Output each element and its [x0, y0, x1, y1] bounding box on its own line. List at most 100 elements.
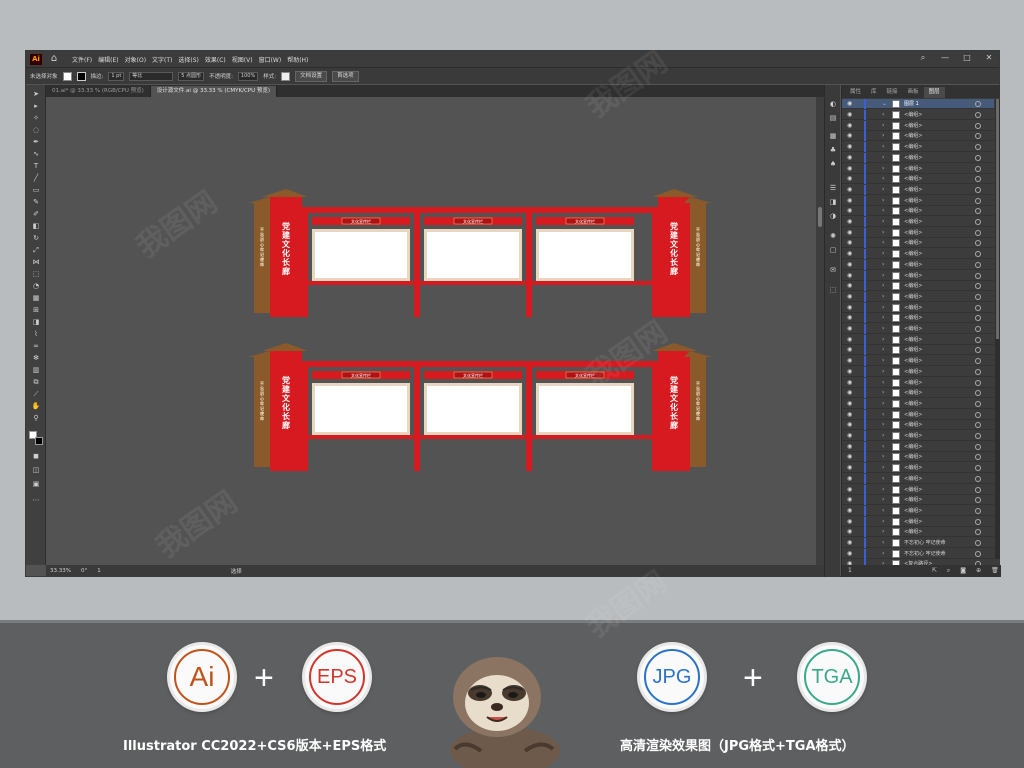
expand-chevron-icon[interactable]: › [882, 411, 884, 419]
layer-row[interactable]: ◉ › <编组> [842, 195, 994, 206]
transparency-panel-icon[interactable]: ◑ [828, 211, 838, 221]
visibility-eye-icon[interactable]: ◉ [847, 154, 852, 162]
document-setup-button[interactable]: 文档设置 [295, 70, 328, 82]
expand-chevron-icon[interactable]: › [882, 464, 884, 472]
stroke-weight-field[interactable]: 1 pt [108, 71, 125, 81]
blend-tool-icon[interactable]: ∞ [30, 341, 42, 351]
target-circle-icon[interactable] [975, 507, 981, 514]
visibility-eye-icon[interactable]: ◉ [847, 400, 852, 408]
visibility-eye-icon[interactable]: ◉ [847, 550, 852, 558]
visibility-eye-icon[interactable]: ◉ [847, 165, 852, 173]
expand-chevron-icon[interactable]: › [882, 207, 884, 215]
layer-row[interactable]: ◉ › <编组> [842, 131, 994, 142]
visibility-eye-icon[interactable]: ◉ [847, 518, 852, 526]
target-circle-icon[interactable] [975, 176, 981, 183]
layer-row[interactable]: ◉ › <编组> [842, 259, 994, 270]
visibility-eye-icon[interactable]: ◉ [847, 411, 852, 419]
target-circle-icon[interactable] [975, 144, 981, 151]
layer-row[interactable]: ◉ › <编组> [842, 313, 994, 324]
shape-builder-tool-icon[interactable]: ◔ [30, 281, 42, 291]
layer-row[interactable]: ◉ › <编组> [842, 227, 994, 238]
export-icon[interactable]: ⇱ [932, 565, 937, 577]
target-circle-icon[interactable] [975, 240, 981, 247]
visibility-eye-icon[interactable]: ◉ [847, 186, 852, 194]
type-tool-icon[interactable]: T [30, 161, 42, 171]
layers-scroll-thumb[interactable] [996, 99, 999, 339]
visibility-eye-icon[interactable]: ◉ [847, 507, 852, 515]
expand-chevron-icon[interactable]: › [882, 239, 884, 247]
target-circle-icon[interactable] [975, 186, 981, 193]
expand-chevron-icon[interactable]: › [882, 443, 884, 451]
visibility-eye-icon[interactable]: ◉ [847, 111, 852, 119]
target-circle-icon[interactable] [975, 112, 981, 118]
layer-row[interactable]: ◉ › <编组> [842, 495, 994, 506]
rotation-value[interactable]: 0° [81, 568, 87, 574]
expand-chevron-icon[interactable]: › [882, 122, 884, 130]
target-circle-icon[interactable] [975, 251, 981, 258]
target-circle-icon[interactable] [975, 336, 981, 343]
swatches-panel-icon[interactable]: ▦ [828, 131, 838, 141]
layer-row[interactable]: ◉ › <编组> [842, 398, 994, 409]
expand-chevron-icon[interactable]: › [882, 293, 884, 301]
make-mask-icon[interactable]: ◙ [960, 565, 966, 577]
expand-chevron-icon[interactable]: › [882, 111, 884, 119]
stroke-swatch[interactable] [76, 71, 86, 81]
stroke-profile-select[interactable]: 等比 [129, 71, 174, 81]
layer-row[interactable]: ◉ › <编组> [842, 441, 994, 452]
layer-row[interactable]: ◉ › <编组> [842, 270, 994, 281]
width-tool-icon[interactable]: ⋈ [30, 257, 42, 267]
layer-row[interactable]: ◉ › 不忘初心 牢记使命 [842, 548, 994, 559]
visibility-eye-icon[interactable]: ◉ [847, 197, 852, 205]
asset-export-icon[interactable]: ⬚ [828, 285, 838, 295]
appearance-panel-icon[interactable]: ✺ [828, 231, 838, 241]
visibility-eye-icon[interactable]: ◉ [847, 207, 852, 215]
visibility-eye-icon[interactable]: ◉ [847, 464, 852, 472]
layer-row[interactable]: ◉ › <编组> [842, 388, 994, 399]
magic-wand-tool-icon[interactable]: ✧ [30, 113, 42, 123]
target-circle-icon[interactable] [975, 101, 981, 107]
layer-row[interactable]: ◉ › <编组> [842, 291, 994, 302]
symbol-sprayer-tool-icon[interactable]: ✻ [30, 353, 42, 363]
visibility-eye-icon[interactable]: ◉ [847, 486, 852, 494]
visibility-eye-icon[interactable]: ◉ [847, 218, 852, 226]
layer-row[interactable]: ◉ › <编组> [842, 142, 994, 153]
expand-chevron-icon[interactable]: › [882, 229, 884, 237]
expand-chevron-icon[interactable]: › [882, 336, 884, 344]
more-tools-icon[interactable]: ⋯ [30, 495, 42, 505]
visibility-eye-icon[interactable]: ◉ [847, 475, 852, 483]
layer-row[interactable]: ◉ › <编组> [842, 110, 994, 120]
pen-tool-icon[interactable]: ✒ [30, 137, 42, 147]
canvas-vertical-scrollbar[interactable] [816, 97, 824, 565]
curvature-tool-icon[interactable]: ∿ [30, 149, 42, 159]
layer-row[interactable]: ◉ › <编组> [842, 516, 994, 527]
maximize-button[interactable]: □ [961, 53, 973, 63]
visibility-eye-icon[interactable]: ◉ [847, 229, 852, 237]
expand-chevron-icon[interactable]: › [882, 528, 884, 536]
expand-chevron-icon[interactable]: › [882, 486, 884, 494]
expand-chevron-icon[interactable]: › [882, 550, 884, 558]
layer-row[interactable]: ◉ › <编组> [842, 527, 994, 538]
expand-chevron-icon[interactable]: › [882, 389, 884, 397]
expand-chevron-icon[interactable]: › [882, 325, 884, 333]
expand-chevron-icon[interactable]: › [882, 368, 884, 376]
visibility-eye-icon[interactable]: ◉ [847, 314, 852, 322]
expand-chevron-icon[interactable]: › [882, 496, 884, 504]
layer-row[interactable]: ◉ › <编组> [842, 281, 994, 292]
scroll-thumb[interactable] [818, 207, 822, 227]
layer-row[interactable]: ◉ › <编组> [842, 302, 994, 313]
visibility-eye-icon[interactable]: ◉ [847, 368, 852, 376]
visibility-eye-icon[interactable]: ◉ [847, 379, 852, 387]
menu-help[interactable]: 帮助(H) [287, 55, 308, 64]
target-circle-icon[interactable] [975, 411, 981, 418]
tab-layers[interactable]: 图层 [923, 87, 945, 98]
visibility-eye-icon[interactable]: ◉ [847, 304, 852, 312]
expand-chevron-icon[interactable]: › [882, 186, 884, 194]
visibility-eye-icon[interactable]: ◉ [847, 528, 852, 536]
visibility-eye-icon[interactable]: ◉ [847, 143, 852, 151]
visibility-eye-icon[interactable]: ◉ [847, 421, 852, 429]
layer-row[interactable]: ◉ › <编组> [842, 356, 994, 367]
zoom-tool-icon[interactable]: ⚲ [30, 413, 42, 423]
target-circle-icon[interactable] [975, 550, 981, 557]
target-circle-icon[interactable] [975, 133, 981, 140]
slice-tool-icon[interactable]: ⟋ [30, 389, 42, 399]
